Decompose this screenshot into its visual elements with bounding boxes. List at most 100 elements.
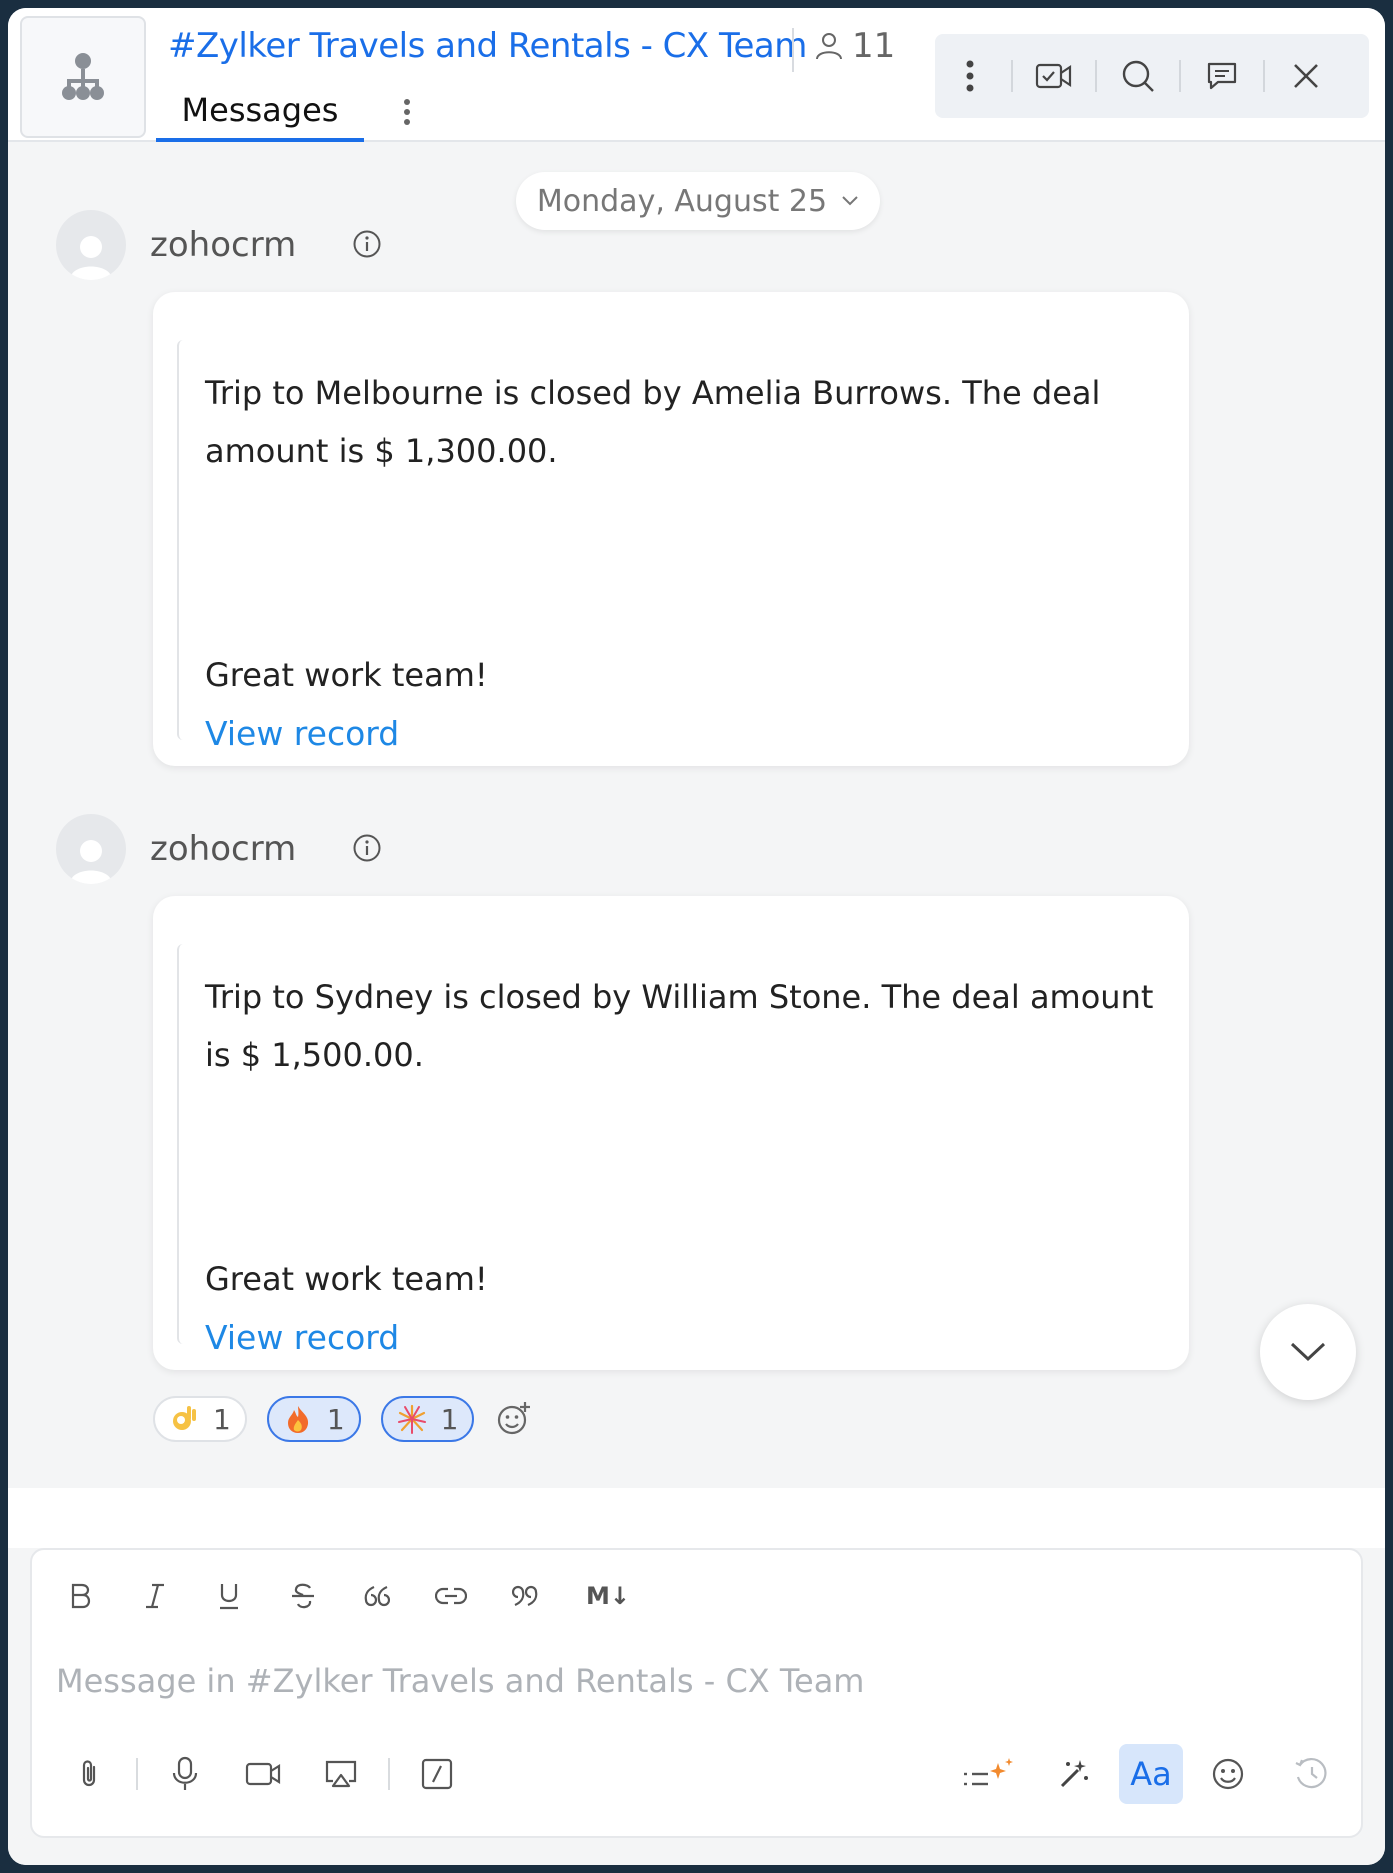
scroll-to-bottom-button[interactable] (1260, 1304, 1356, 1400)
close-icon (1294, 64, 1318, 88)
message-card: Trip to Sydney is closed by William Ston… (153, 896, 1189, 1370)
comment-icon (1207, 62, 1237, 90)
emoji-button[interactable] (1189, 1744, 1267, 1804)
message-card: Trip to Melbourne is closed by Amelia Bu… (153, 292, 1189, 766)
view-record-link[interactable]: View record (205, 1318, 399, 1357)
underline-button[interactable] (192, 1568, 266, 1624)
reaction-count: 1 (326, 1402, 345, 1436)
fireworks-icon (397, 1404, 427, 1434)
italic-icon (146, 1583, 164, 1609)
reaction-count: 1 (440, 1402, 459, 1436)
sender-name[interactable]: zohocrm (150, 225, 296, 265)
view-record-link[interactable]: View record (205, 714, 399, 753)
message-list[interactable]: Monday, August 25 zohocrm Trip to Melbou… (8, 142, 1385, 1488)
video-meeting-button[interactable] (1019, 34, 1089, 118)
italic-button[interactable] (118, 1568, 192, 1624)
message-header: zohocrm (56, 814, 381, 884)
formatting-toolbar: M↓ (44, 1568, 654, 1624)
channel-avatar[interactable] (20, 16, 146, 138)
toolbar-divider (1095, 60, 1097, 92)
attach-button[interactable] (50, 1744, 128, 1804)
markdown-button[interactable]: M↓ (562, 1568, 654, 1624)
tab-more-button[interactable] (392, 92, 422, 132)
paperclip-icon (82, 1760, 96, 1787)
reaction-count: 1 (213, 1402, 231, 1436)
reaction-fire[interactable]: 1 (266, 1396, 361, 1442)
add-emoji-icon (498, 1402, 531, 1435)
markdown-label: M↓ (586, 1582, 630, 1610)
toolbar-divider (1179, 60, 1181, 92)
composer-actions (50, 1744, 476, 1804)
toolbar-divider (1263, 60, 1265, 92)
video-camera-icon (245, 1762, 281, 1786)
link-button[interactable] (414, 1568, 488, 1624)
reaction-bar: 1 1 1 (153, 1396, 534, 1442)
message-subtext: Great work team! (205, 656, 488, 694)
message-quote-block: Trip to Melbourne is closed by Amelia Bu… (177, 340, 1167, 753)
header-toolbar (935, 34, 1369, 118)
slash-command-icon (421, 1758, 453, 1790)
avatar[interactable] (56, 210, 126, 280)
reaction-fireworks[interactable]: 1 (380, 1396, 475, 1442)
composer-area: M↓ Message in #Zylker Travels and Rental… (8, 1488, 1385, 1865)
more-vertical-icon (966, 60, 974, 92)
bold-button[interactable] (44, 1568, 118, 1624)
composer-divider (388, 1758, 390, 1790)
more-options-button[interactable] (935, 34, 1005, 118)
quote-open-button[interactable] (340, 1568, 414, 1624)
message-input[interactable]: Message in #Zylker Travels and Rentals -… (56, 1662, 864, 1700)
add-reaction-button[interactable] (494, 1399, 534, 1439)
link-icon (435, 1587, 467, 1605)
quote-close-button[interactable] (488, 1568, 562, 1624)
user-silhouette-icon (70, 840, 112, 884)
composer-divider (136, 1758, 138, 1790)
slash-command-button[interactable] (398, 1744, 476, 1804)
search-button[interactable] (1103, 34, 1173, 118)
user-silhouette-icon (70, 236, 112, 280)
underline-icon (220, 1584, 238, 1610)
emoji-icon (1212, 1758, 1244, 1790)
screen-share-icon (325, 1760, 357, 1788)
ok-hand-icon (169, 1404, 199, 1434)
org-hierarchy-icon (62, 53, 104, 100)
title-divider (792, 28, 794, 72)
chat-window: #Zylker Travels and Rentals - CX Team 11… (8, 8, 1385, 1865)
microphone-icon (172, 1756, 198, 1790)
text-format-toggle[interactable]: Aa (1119, 1744, 1183, 1804)
fire-icon (283, 1404, 313, 1434)
strikethrough-icon (292, 1583, 314, 1609)
message-header: zohocrm (56, 210, 381, 280)
date-label: Monday, August 25 (536, 183, 828, 219)
quote-open-icon (364, 1585, 390, 1607)
schedule-clock-icon (1295, 1758, 1327, 1789)
reaction-ok-hand[interactable]: 1 (153, 1396, 247, 1442)
ai-list-button[interactable] (951, 1744, 1029, 1804)
channel-title[interactable]: #Zylker Travels and Rentals - CX Team (168, 26, 807, 66)
message-quote-block: Trip to Sydney is closed by William Ston… (177, 944, 1167, 1357)
info-icon[interactable] (352, 229, 382, 259)
schedule-message-button[interactable] (1273, 1744, 1351, 1804)
close-button[interactable] (1271, 34, 1341, 118)
composer-spacer (8, 1488, 1385, 1548)
sender-name[interactable]: zohocrm (150, 829, 296, 869)
quote-close-icon (512, 1585, 538, 1607)
magic-wand-button[interactable] (1035, 1744, 1113, 1804)
message-text: Trip to Melbourne is closed by Amelia Bu… (205, 374, 1101, 470)
tab-messages[interactable]: Messages (156, 82, 364, 142)
person-icon (816, 33, 842, 60)
chevron-down-icon (842, 196, 858, 206)
video-check-icon (1035, 63, 1072, 89)
strikethrough-button[interactable] (266, 1568, 340, 1624)
channel-header: #Zylker Travels and Rentals - CX Team 11… (8, 8, 1385, 142)
more-vertical-icon (404, 99, 410, 125)
screen-share-button[interactable] (302, 1744, 380, 1804)
composer-right-actions: Aa (951, 1744, 1351, 1804)
voice-message-button[interactable] (146, 1744, 224, 1804)
avatar[interactable] (56, 814, 126, 884)
video-message-button[interactable] (224, 1744, 302, 1804)
info-icon[interactable] (352, 833, 382, 863)
member-count-button[interactable]: 11 (814, 26, 895, 66)
threads-button[interactable] (1187, 34, 1257, 118)
date-divider[interactable]: Monday, August 25 (516, 172, 880, 230)
toolbar-divider (1011, 60, 1013, 92)
